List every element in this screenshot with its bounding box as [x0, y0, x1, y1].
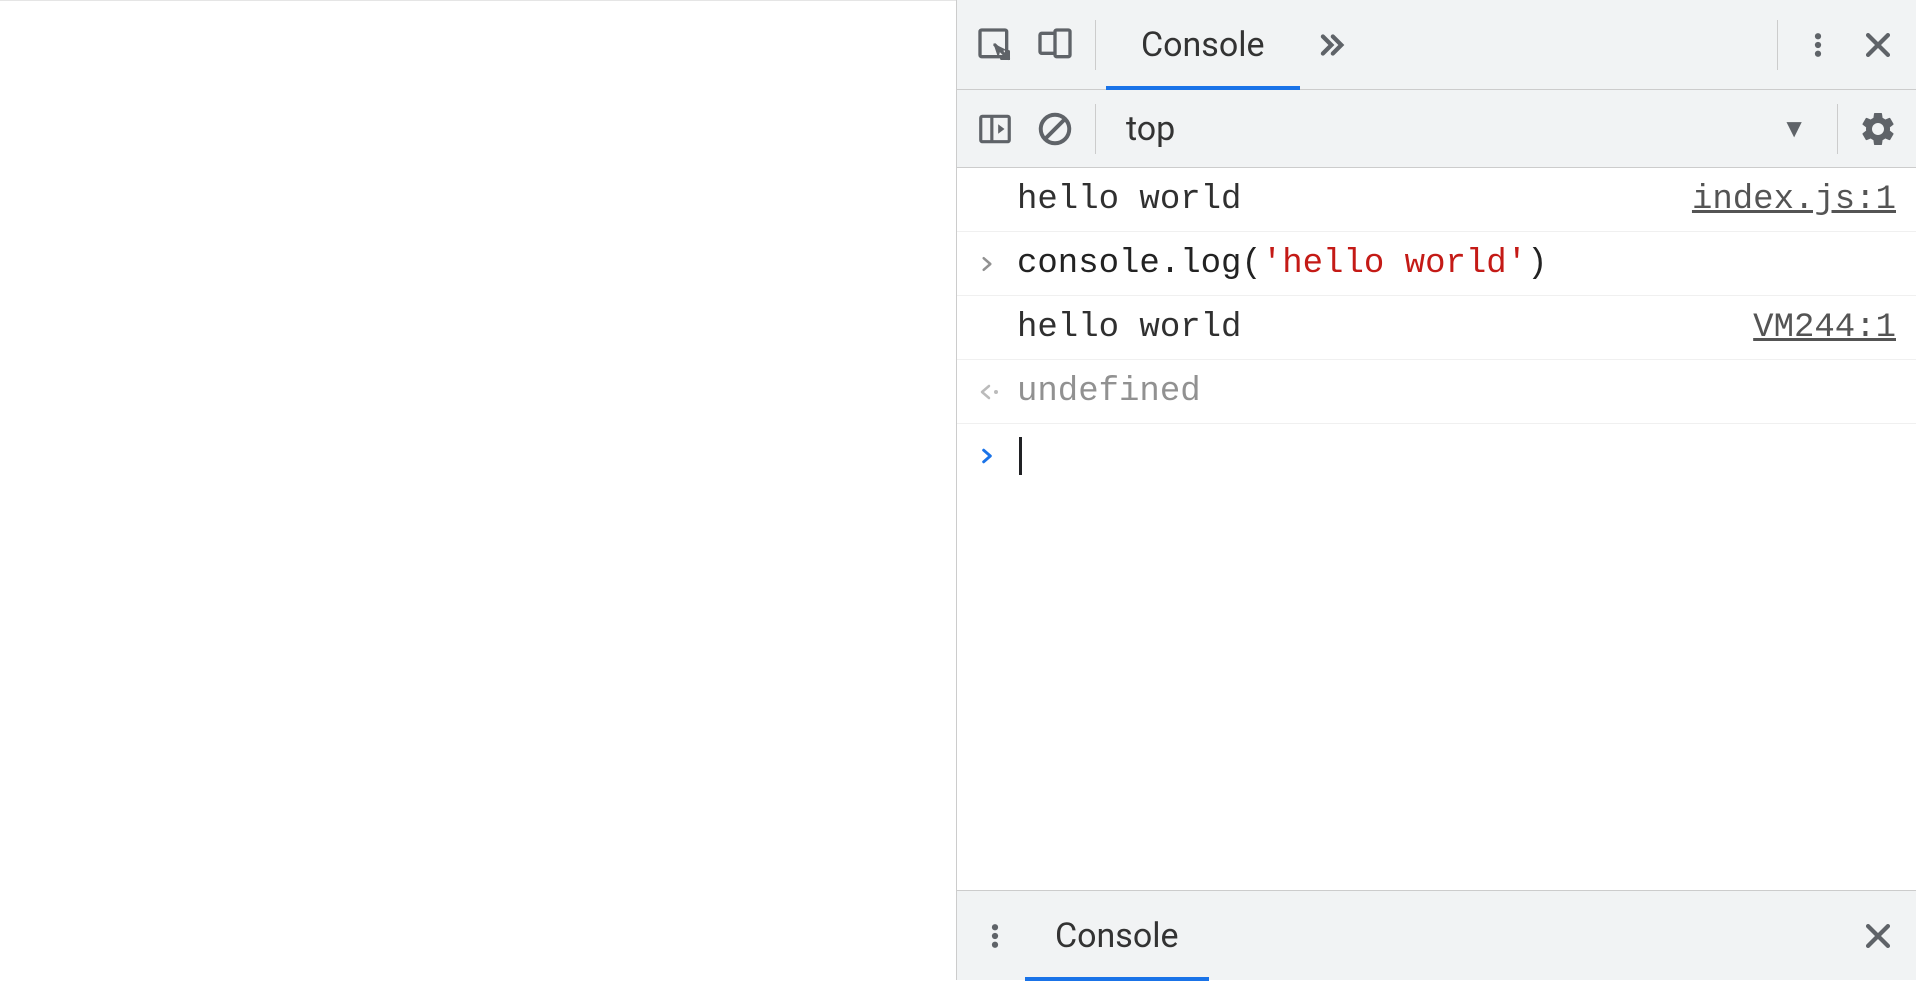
chevron-down-icon: ▼ — [1781, 113, 1807, 144]
close-devtools-icon[interactable] — [1848, 15, 1908, 75]
devtools-panel: Console — [956, 0, 1916, 980]
tab-console-label: Console — [1141, 25, 1265, 65]
console-prompt[interactable] — [957, 424, 1916, 488]
close-drawer-icon[interactable] — [1848, 906, 1908, 966]
code-string: 'hello world' — [1262, 245, 1527, 283]
tabbar-divider-right — [1777, 20, 1778, 70]
log-entry: hello world index.js:1 — [957, 168, 1916, 232]
tabbar-divider — [1095, 20, 1096, 70]
text-cursor — [1019, 437, 1022, 475]
code-suffix: ) — [1527, 245, 1547, 283]
log-entry: hello world VM244:1 — [957, 296, 1916, 360]
log-message: hello world — [1017, 181, 1692, 219]
toggle-sidebar-icon[interactable] — [965, 99, 1025, 159]
kebab-menu-icon[interactable] — [1788, 15, 1848, 75]
return-gutter-icon — [977, 382, 1017, 402]
context-selector-value: top — [1126, 109, 1175, 149]
toggle-device-toolbar-icon[interactable] — [1025, 15, 1085, 75]
context-selector[interactable]: top ▼ — [1106, 101, 1827, 156]
log-input-entry: console.log('hello world') — [957, 232, 1916, 296]
log-input-code: console.log('hello world') — [1017, 245, 1896, 283]
filterbar-divider — [1095, 104, 1096, 154]
log-source-link[interactable]: VM244:1 — [1753, 309, 1896, 347]
drawer-kebab-menu-icon[interactable] — [965, 906, 1025, 966]
log-return-entry: undefined — [957, 360, 1916, 424]
more-tabs-icon[interactable] — [1300, 15, 1360, 75]
input-gutter-icon — [977, 254, 1017, 274]
prompt-gutter-icon — [977, 446, 1017, 466]
clear-console-icon[interactable] — [1025, 99, 1085, 159]
log-source-link[interactable]: index.js:1 — [1692, 181, 1896, 219]
code-method: console.log( — [1017, 245, 1262, 283]
drawer-tab-console[interactable]: Console — [1025, 891, 1209, 980]
devtools-drawer: Console — [957, 890, 1916, 980]
inspect-element-icon[interactable] — [965, 15, 1025, 75]
tab-console[interactable]: Console — [1106, 0, 1300, 89]
console-settings-icon[interactable] — [1848, 99, 1908, 159]
console-log-area[interactable]: hello world index.js:1 console.log('hell… — [957, 168, 1916, 890]
page-content — [0, 0, 956, 980]
devtools-tabbar: Console — [957, 0, 1916, 90]
filterbar-divider-right — [1837, 104, 1838, 154]
drawer-tab-label: Console — [1055, 916, 1179, 956]
console-input[interactable] — [1017, 437, 1896, 476]
console-filterbar: top ▼ — [957, 90, 1916, 168]
log-message: hello world — [1017, 309, 1753, 347]
log-return-value: undefined — [1017, 373, 1896, 411]
